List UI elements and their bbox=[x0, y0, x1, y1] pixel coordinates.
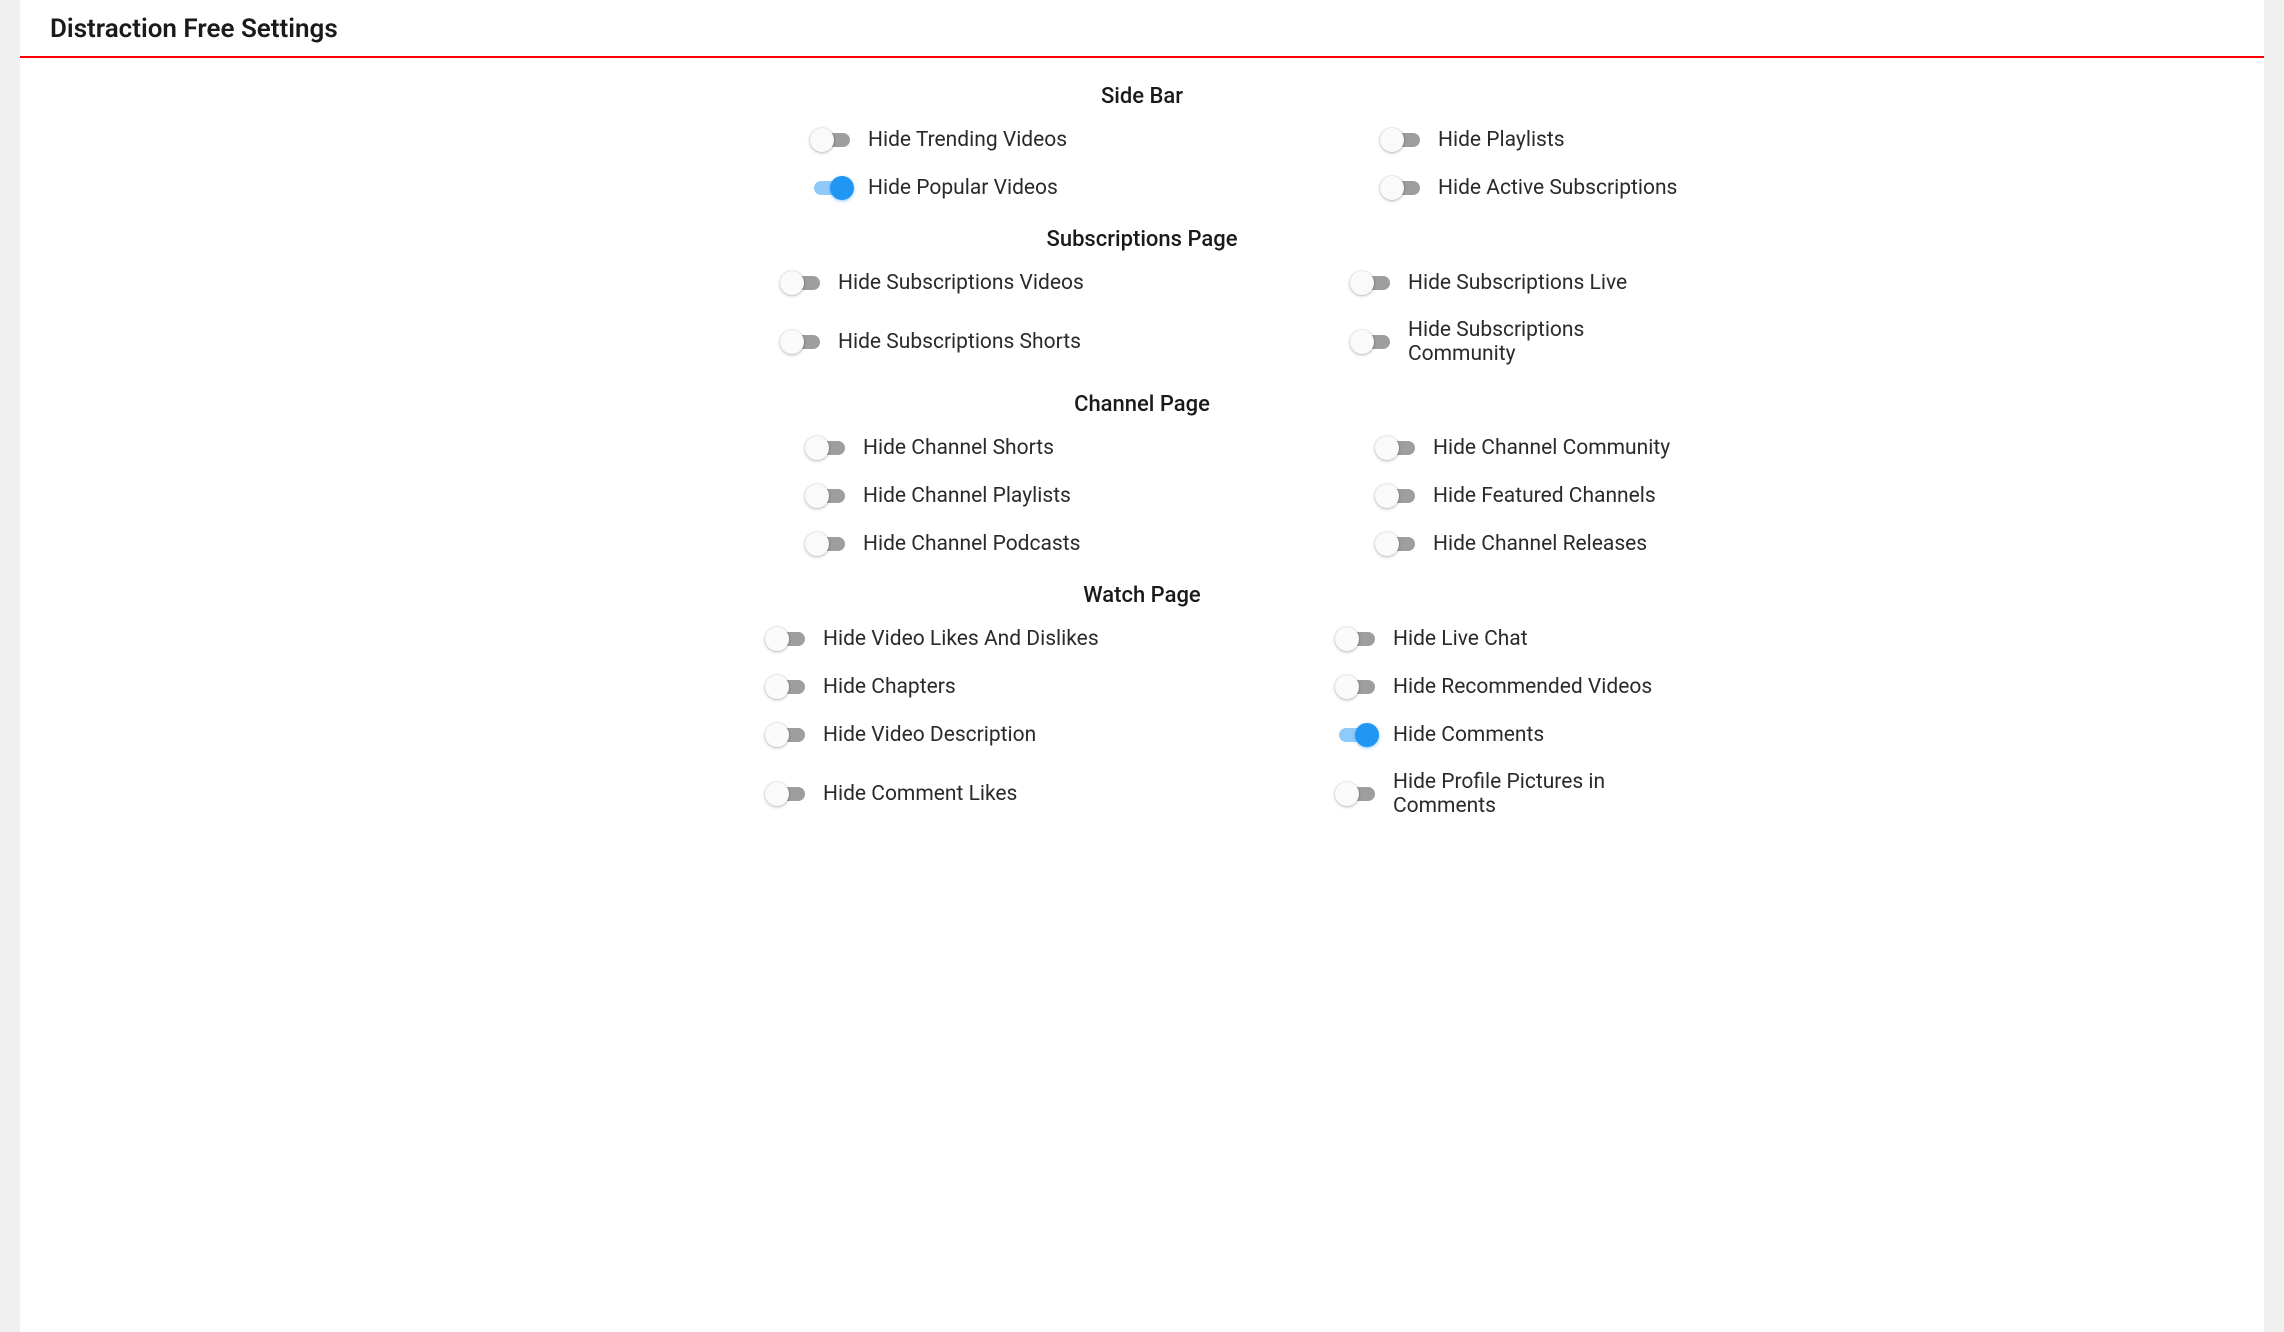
section-heading-watch: Watch Page bbox=[60, 583, 2224, 608]
toggle-hide-subscriptions-shorts: Hide Subscriptions Shorts bbox=[592, 318, 1122, 366]
label-hide-subscriptions-shorts: Hide Subscriptions Shorts bbox=[838, 330, 1081, 354]
toggle-hide-channel-shorts: Hide Channel Shorts bbox=[592, 435, 1122, 461]
section-subscriptions: Subscriptions Page Hide Subscriptions Vi… bbox=[60, 227, 2224, 366]
toggle-hide-popular-videos: Hide Popular Videos bbox=[592, 175, 1122, 201]
switch-hide-subscriptions-shorts[interactable] bbox=[782, 329, 822, 355]
switch-hide-subscriptions-community[interactable] bbox=[1352, 329, 1392, 355]
toggle-hide-subscriptions-community: Hide Subscriptions Community bbox=[1162, 318, 1692, 366]
section-heading-channel: Channel Page bbox=[60, 392, 2224, 417]
label-hide-channel-community: Hide Channel Community bbox=[1433, 436, 1670, 460]
toggle-hide-video-description: Hide Video Description bbox=[592, 722, 1122, 748]
toggle-hide-channel-playlists: Hide Channel Playlists bbox=[592, 483, 1122, 509]
label-hide-video-description: Hide Video Description bbox=[823, 723, 1036, 747]
switch-hide-featured-channels[interactable] bbox=[1377, 483, 1417, 509]
toggle-hide-recommended-videos: Hide Recommended Videos bbox=[1162, 674, 1692, 700]
label-hide-trending-videos: Hide Trending Videos bbox=[868, 128, 1067, 152]
toggle-hide-channel-community: Hide Channel Community bbox=[1162, 435, 1692, 461]
label-hide-live-chat: Hide Live Chat bbox=[1393, 627, 1528, 651]
label-hide-channel-shorts: Hide Channel Shorts bbox=[863, 436, 1054, 460]
label-hide-channel-podcasts: Hide Channel Podcasts bbox=[863, 532, 1080, 556]
toggle-hide-video-likes-and-dislikes: Hide Video Likes And Dislikes bbox=[592, 626, 1122, 652]
toggle-hide-channel-releases: Hide Channel Releases bbox=[1162, 531, 1692, 557]
settings-page: Distraction Free Settings Side Bar Hide … bbox=[20, 0, 2264, 1332]
switch-hide-comment-likes[interactable] bbox=[767, 781, 807, 807]
label-hide-featured-channels: Hide Featured Channels bbox=[1433, 484, 1656, 508]
switch-hide-chapters[interactable] bbox=[767, 674, 807, 700]
label-hide-channel-playlists: Hide Channel Playlists bbox=[863, 484, 1071, 508]
toggle-hide-subscriptions-live: Hide Subscriptions Live bbox=[1162, 270, 1692, 296]
toggle-hide-comment-likes: Hide Comment Likes bbox=[592, 770, 1122, 818]
toggle-grid-watch: Hide Video Likes And Dislikes Hide Live … bbox=[592, 626, 1692, 818]
switch-hide-video-description[interactable] bbox=[767, 722, 807, 748]
toggle-hide-trending-videos: Hide Trending Videos bbox=[592, 127, 1122, 153]
switch-hide-popular-videos[interactable] bbox=[812, 175, 852, 201]
toggle-hide-featured-channels: Hide Featured Channels bbox=[1162, 483, 1692, 509]
section-heading-subscriptions: Subscriptions Page bbox=[60, 227, 2224, 252]
switch-hide-channel-podcasts[interactable] bbox=[807, 531, 847, 557]
toggle-hide-comments: Hide Comments bbox=[1162, 722, 1692, 748]
toggle-hide-playlists: Hide Playlists bbox=[1162, 127, 1692, 153]
switch-hide-playlists[interactable] bbox=[1382, 127, 1422, 153]
switch-hide-channel-community[interactable] bbox=[1377, 435, 1417, 461]
switch-hide-active-subscriptions[interactable] bbox=[1382, 175, 1422, 201]
toggle-hide-profile-pictures-in-comments: Hide Profile Pictures in Comments bbox=[1162, 770, 1692, 818]
switch-hide-comments[interactable] bbox=[1337, 722, 1377, 748]
label-hide-active-subscriptions: Hide Active Subscriptions bbox=[1438, 176, 1677, 200]
label-hide-subscriptions-live: Hide Subscriptions Live bbox=[1408, 271, 1627, 295]
label-hide-video-likes-and-dislikes: Hide Video Likes And Dislikes bbox=[823, 627, 1099, 651]
switch-hide-channel-playlists[interactable] bbox=[807, 483, 847, 509]
toggle-hide-live-chat: Hide Live Chat bbox=[1162, 626, 1692, 652]
switch-hide-video-likes-and-dislikes[interactable] bbox=[767, 626, 807, 652]
label-hide-playlists: Hide Playlists bbox=[1438, 128, 1565, 152]
label-hide-comment-likes: Hide Comment Likes bbox=[823, 782, 1017, 806]
switch-hide-subscriptions-live[interactable] bbox=[1352, 270, 1392, 296]
label-hide-profile-pictures-in-comments: Hide Profile Pictures in Comments bbox=[1393, 770, 1692, 818]
switch-hide-live-chat[interactable] bbox=[1337, 626, 1377, 652]
switch-hide-channel-shorts[interactable] bbox=[807, 435, 847, 461]
label-hide-popular-videos: Hide Popular Videos bbox=[868, 176, 1058, 200]
label-hide-chapters: Hide Chapters bbox=[823, 675, 956, 699]
section-heading-sidebar: Side Bar bbox=[60, 84, 2224, 109]
toggle-hide-chapters: Hide Chapters bbox=[592, 674, 1122, 700]
switch-hide-profile-pictures-in-comments[interactable] bbox=[1337, 781, 1377, 807]
toggle-hide-subscriptions-videos: Hide Subscriptions Videos bbox=[592, 270, 1122, 296]
label-hide-subscriptions-videos: Hide Subscriptions Videos bbox=[838, 271, 1084, 295]
toggle-grid-sidebar: Hide Trending Videos Hide Playlists Hide… bbox=[592, 127, 1692, 201]
section-sidebar: Side Bar Hide Trending Videos Hide Playl… bbox=[60, 84, 2224, 201]
switch-hide-trending-videos[interactable] bbox=[812, 127, 852, 153]
toggle-hide-active-subscriptions: Hide Active Subscriptions bbox=[1162, 175, 1692, 201]
section-channel: Channel Page Hide Channel Shorts Hide Ch… bbox=[60, 392, 2224, 557]
switch-hide-subscriptions-videos[interactable] bbox=[782, 270, 822, 296]
label-hide-channel-releases: Hide Channel Releases bbox=[1433, 532, 1647, 556]
label-hide-subscriptions-community: Hide Subscriptions Community bbox=[1408, 318, 1692, 366]
label-hide-recommended-videos: Hide Recommended Videos bbox=[1393, 675, 1652, 699]
label-hide-comments: Hide Comments bbox=[1393, 723, 1544, 747]
toggle-hide-channel-podcasts: Hide Channel Podcasts bbox=[592, 531, 1122, 557]
switch-hide-recommended-videos[interactable] bbox=[1337, 674, 1377, 700]
toggle-grid-channel: Hide Channel Shorts Hide Channel Communi… bbox=[592, 435, 1692, 557]
switch-hide-channel-releases[interactable] bbox=[1377, 531, 1417, 557]
settings-content: Side Bar Hide Trending Videos Hide Playl… bbox=[20, 58, 2264, 884]
section-watch: Watch Page Hide Video Likes And Dislikes… bbox=[60, 583, 2224, 818]
page-title: Distraction Free Settings bbox=[20, 0, 2264, 56]
toggle-grid-subscriptions: Hide Subscriptions Videos Hide Subscript… bbox=[592, 270, 1692, 366]
